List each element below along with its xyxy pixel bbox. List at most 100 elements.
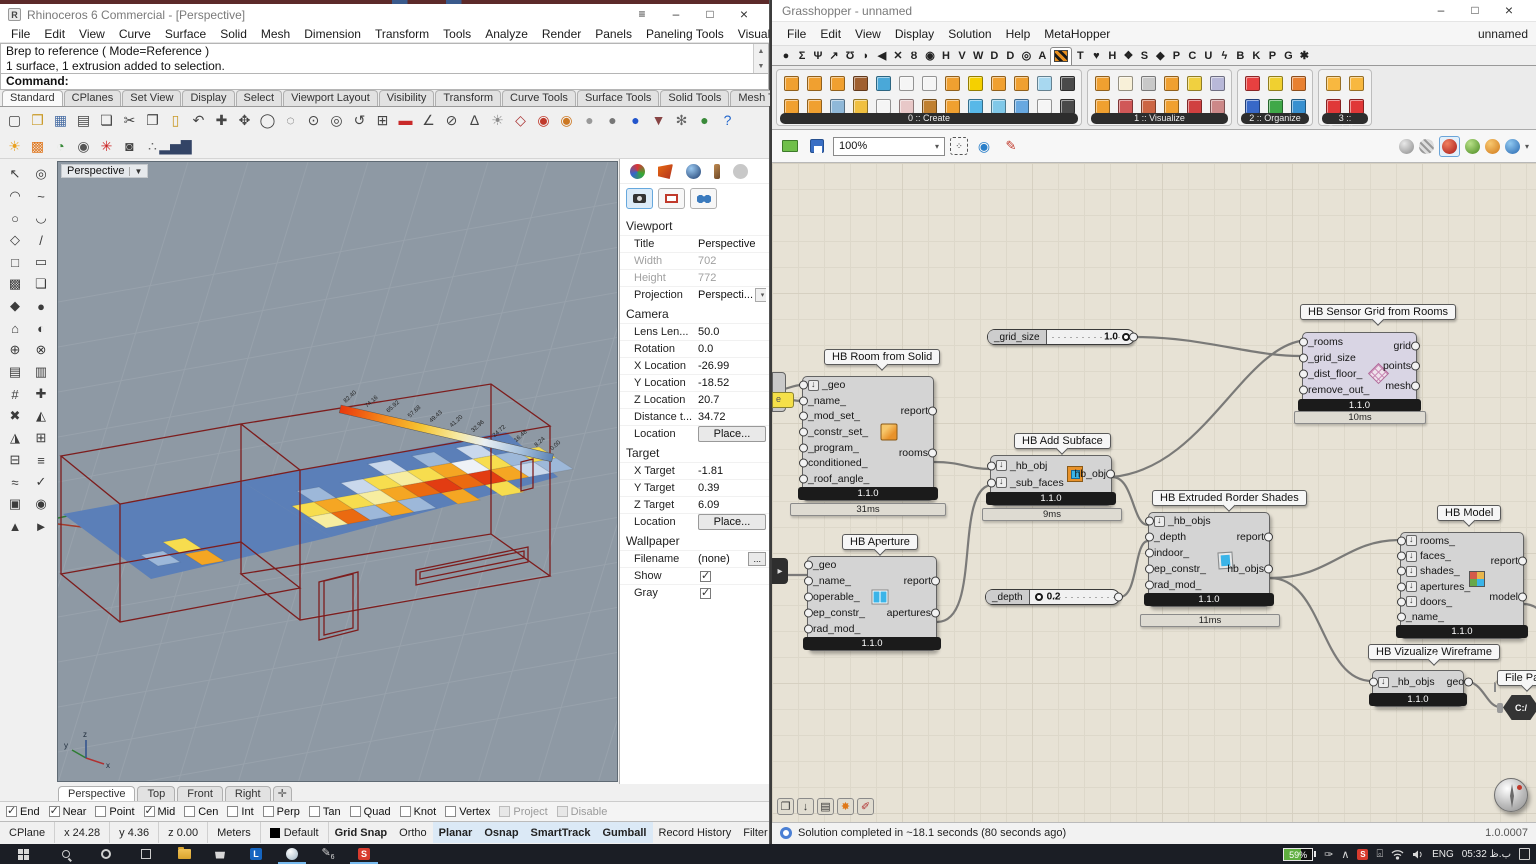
slider-track[interactable]: 0.2	[1030, 590, 1119, 604]
sidebar-tool-icon[interactable]: ≡	[29, 449, 54, 471]
category-tab[interactable]: Ʊ	[842, 48, 858, 65]
sidebar-tool-icon[interactable]: ○	[3, 207, 28, 229]
sidebar-tool-icon[interactable]: ✓	[29, 471, 54, 493]
sidebar-tool-icon[interactable]: □	[3, 251, 28, 273]
ribbon-icon[interactable]	[1091, 72, 1113, 94]
sidebar-tool-icon[interactable]: ◭	[29, 405, 54, 427]
new-file-icon[interactable]: ▢	[3, 109, 26, 132]
menu-item[interactable]: Curve	[112, 27, 158, 41]
sidebar-tool-icon[interactable]: ⊕	[3, 339, 28, 361]
filter-icon[interactable]: ▼	[647, 109, 670, 132]
command-history[interactable]: Brep to reference ( Mode=Reference ) 1 s…	[0, 43, 769, 74]
ribbon-icon[interactable]	[803, 72, 825, 94]
sidebar-tool-icon[interactable]: /	[29, 229, 54, 251]
component-output[interactable]: points	[1376, 359, 1416, 374]
component-input[interactable]: _hb_objs	[1373, 675, 1440, 690]
minimize-button[interactable]	[659, 4, 693, 25]
component-input[interactable]: indoor_	[1149, 545, 1216, 560]
paneling-icon[interactable]: ▩	[26, 134, 49, 157]
category-tab[interactable]: W	[970, 48, 986, 65]
category-tab[interactable]: P	[1168, 48, 1184, 65]
paste-icon[interactable]: ▯	[164, 109, 187, 132]
menu-item[interactable]: File	[780, 27, 813, 41]
open-file-icon[interactable]	[779, 135, 801, 157]
sidebar-tool-icon[interactable]: ▲	[3, 515, 28, 537]
category-tab[interactable]: Ψ	[810, 48, 826, 65]
store-icon[interactable]	[202, 844, 238, 864]
property-row[interactable]: X Target -1.81	[620, 462, 769, 479]
menu-item[interactable]: Edit	[37, 27, 72, 41]
new-viewport-tab-icon[interactable]: ✛	[273, 786, 292, 801]
osnap-checkbox[interactable]: Quad	[350, 806, 391, 818]
category-tab[interactable]: S	[1136, 48, 1152, 65]
component-hb-vizualize-wireframe[interactable]: _hb_objs geo 1.1.0	[1372, 670, 1464, 707]
ribbon-icon[interactable]	[987, 72, 1009, 94]
status-toggle[interactable]: Filter	[737, 822, 773, 843]
settings-tab-icon[interactable]	[733, 164, 748, 179]
command-input[interactable]: Command:	[0, 74, 769, 90]
menu-item[interactable]: MetaHopper	[1037, 27, 1117, 41]
snagit-taskbar-icon[interactable]: S	[346, 844, 382, 864]
component-input[interactable]: rooms_	[1401, 533, 1475, 548]
minimize-button[interactable]	[1424, 0, 1458, 21]
clock[interactable]: 05:32 ب.ظ	[1462, 849, 1511, 860]
osnap-checkbox[interactable]: Int	[227, 806, 253, 818]
ribbon-icon[interactable]	[1241, 72, 1263, 94]
close-button[interactable]	[1492, 0, 1526, 21]
angle-icon[interactable]: ∆	[463, 109, 486, 132]
task-view-button[interactable]	[126, 844, 166, 864]
component-input[interactable]: _grid_size	[1303, 350, 1374, 365]
component-input[interactable]: _roof_angle_	[803, 471, 874, 486]
component-input[interactable]: doors_	[1401, 594, 1475, 609]
checkbox[interactable]	[700, 571, 711, 582]
category-tab[interactable]: ◎	[1018, 48, 1034, 65]
tablet-tray-icon[interactable]: ⌻	[1376, 848, 1383, 861]
pen-app-icon[interactable]: ✎6	[310, 844, 346, 864]
partial-panel[interactable]: e	[772, 392, 794, 408]
close-button[interactable]	[727, 4, 761, 25]
ribbon-icon[interactable]	[1033, 72, 1055, 94]
menu-item[interactable]: Surface	[158, 27, 213, 41]
ribbon-icon[interactable]	[1114, 72, 1136, 94]
category-tab[interactable]: H	[1104, 48, 1120, 65]
component-output[interactable]: report	[884, 574, 936, 589]
toolbar-tab[interactable]: Viewport Layout	[283, 90, 378, 106]
component-input[interactable]: _constr_set_	[803, 425, 874, 440]
ribbon-icon[interactable]	[1346, 72, 1368, 94]
component-output[interactable]: grid	[1376, 338, 1416, 353]
blue-sphere-icon[interactable]: ●	[624, 109, 647, 132]
toolbar-tab[interactable]: Standard	[2, 90, 63, 106]
component-input[interactable]: _dist_floor_	[1303, 367, 1374, 382]
cut-icon[interactable]: ✂	[118, 109, 141, 132]
osnap-checkbox[interactable]: Cen	[184, 806, 218, 818]
toolbar-tab[interactable]: Set View	[122, 90, 181, 106]
osnap-checkbox[interactable]: Vertex	[445, 806, 490, 818]
category-tab[interactable]: Σ	[794, 48, 810, 65]
category-tab[interactable]: A	[1034, 48, 1050, 65]
toolbar-tab[interactable]: Curve Tools	[502, 90, 576, 106]
ribbon-icon[interactable]	[1056, 72, 1078, 94]
open-file-icon[interactable]: ❒	[26, 109, 49, 132]
property-row[interactable]: Width 702	[620, 252, 769, 269]
category-tab[interactable]: ◆	[1152, 48, 1168, 65]
category-tab[interactable]: ϟ	[1216, 48, 1232, 65]
sidebar-tool-icon[interactable]: ~	[29, 185, 54, 207]
sidebar-tool-icon[interactable]: ◠	[3, 185, 28, 207]
menu-item[interactable]: View	[848, 27, 888, 41]
ribbon-icon[interactable]	[1137, 72, 1159, 94]
zoom-extents-icon[interactable]: ⁘	[950, 137, 968, 155]
status-toggle[interactable]: Ortho	[393, 822, 433, 843]
viewport-menu-icon[interactable]: ▼	[129, 167, 142, 176]
property-row[interactable]: Location Place...	[620, 513, 769, 530]
snagit-tray-icon[interactable]: S	[1357, 849, 1368, 860]
wifi-icon[interactable]	[1391, 849, 1404, 860]
solver-icon[interactable]: ✸	[837, 798, 854, 815]
partial-geometry-param[interactable]: ▸	[772, 558, 788, 584]
property-row[interactable]: Distance t... 34.72	[620, 408, 769, 425]
sidebar-tool-icon[interactable]: ◉	[29, 493, 54, 515]
menu-item[interactable]: Solid	[213, 27, 254, 41]
menu-item[interactable]: Mesh	[254, 27, 297, 41]
toolbar-tab[interactable]: Select	[236, 90, 283, 106]
ribbon-icon[interactable]	[895, 72, 917, 94]
earth-icon[interactable]: ●	[693, 109, 716, 132]
